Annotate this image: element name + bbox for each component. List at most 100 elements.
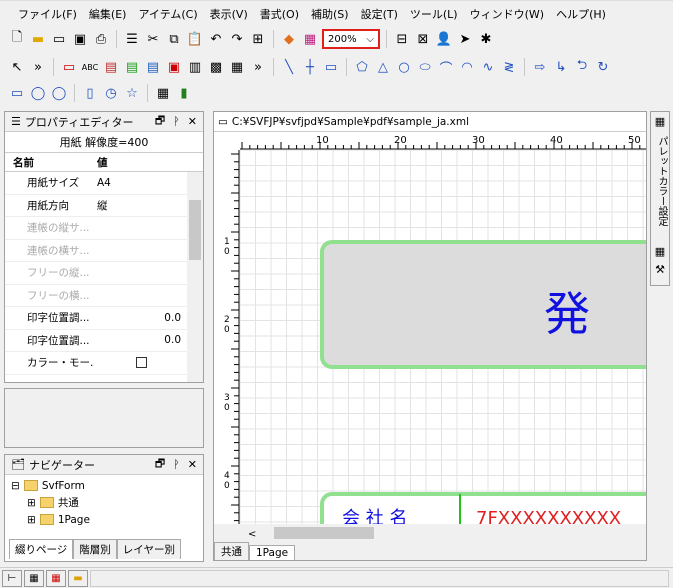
property-value[interactable]: 縦: [93, 198, 187, 213]
arc-icon[interactable]: ⌒: [437, 58, 455, 77]
ellipse-icon[interactable]: ⬭: [416, 58, 434, 76]
open-folder-icon[interactable]: ▬: [29, 30, 47, 48]
chart-icon[interactable]: ▦: [228, 58, 246, 76]
tab-1page[interactable]: 1Page: [249, 545, 296, 560]
color-icon[interactable]: ◆: [280, 30, 298, 48]
image-icon[interactable]: ▣: [165, 58, 183, 76]
clock-icon[interactable]: ◷: [102, 84, 120, 102]
barcode-icon[interactable]: ▥: [186, 58, 204, 76]
property-row[interactable]: フリーの縦...: [5, 262, 187, 285]
tree-root[interactable]: ⊟ SvfForm: [11, 477, 197, 494]
overflow-icon[interactable]: »: [29, 58, 47, 76]
redo-icon[interactable]: ↷: [228, 30, 246, 48]
arrow-right-icon[interactable]: ➤: [456, 30, 474, 48]
rectangle-icon[interactable]: ▭: [322, 58, 340, 76]
bug-icon[interactable]: ✱: [477, 30, 495, 48]
menu-item-0[interactable]: ファイル(F): [12, 6, 83, 22]
arrow-icon[interactable]: ⇨: [531, 58, 549, 76]
property-value[interactable]: 0.0: [93, 334, 187, 346]
cut-icon[interactable]: ✂: [144, 30, 162, 48]
h-scrollbar-thumb[interactable]: [274, 527, 374, 539]
tree-item-1page[interactable]: ⊞ 1Page: [11, 511, 197, 528]
property-row[interactable]: 連帳の縦サ...: [5, 217, 187, 240]
callout-icon[interactable]: ⮌: [573, 58, 591, 76]
palette-icon[interactable]: ▦: [651, 112, 669, 130]
menu-item-5[interactable]: 補助(S): [305, 6, 355, 22]
close-icon[interactable]: ✕: [188, 458, 197, 471]
scroll-left-icon[interactable]: <: [248, 529, 256, 540]
grid-color-icon[interactable]: ▦: [301, 30, 319, 48]
curve-icon[interactable]: ∿: [479, 58, 497, 76]
save-icon[interactable]: ▭: [50, 30, 68, 48]
scrollbar-thumb[interactable]: [189, 200, 201, 260]
pointer-icon[interactable]: ↖: [8, 58, 26, 76]
properties-icon[interactable]: ☰: [123, 30, 141, 48]
dock-icon[interactable]: ᚹ: [173, 115, 180, 128]
status-line-icon[interactable]: ⊢: [2, 569, 22, 587]
property-row[interactable]: 印字位置調... 0.0: [5, 307, 187, 330]
property-value[interactable]: 0.0: [93, 312, 187, 324]
save-as-icon[interactable]: ▣: [71, 30, 89, 48]
bar-chart-icon[interactable]: ▮: [175, 84, 193, 102]
transform-icon[interactable]: ⚒: [651, 260, 669, 278]
tab-pages[interactable]: 綴りページ: [9, 539, 74, 559]
triangle-icon[interactable]: △: [374, 58, 392, 76]
dock-icon[interactable]: ᚹ: [173, 458, 180, 471]
print-icon[interactable]: ⎙: [92, 30, 110, 48]
pin-icon[interactable]: 🗗: [155, 112, 165, 131]
property-row[interactable]: フリーの横...: [5, 285, 187, 307]
tree-item-common[interactable]: ⊞ 共通: [11, 494, 197, 511]
property-row[interactable]: 連帳の横サ...: [5, 240, 187, 262]
user-icon[interactable]: 👤: [435, 30, 453, 48]
circle-icon[interactable]: ○: [395, 58, 413, 76]
balloon-icon[interactable]: ◯: [29, 84, 47, 102]
qrcode-icon[interactable]: ▩: [207, 58, 225, 76]
new-file-icon[interactable]: 🗋: [8, 30, 26, 48]
color-mode-checkbox[interactable]: [136, 357, 147, 369]
status-folder-icon[interactable]: ▬: [68, 569, 88, 587]
list-icon[interactable]: ▤: [144, 58, 162, 76]
tab-common[interactable]: 共通: [214, 542, 249, 560]
menu-item-9[interactable]: ヘルプ(H): [550, 6, 612, 22]
menu-item-8[interactable]: ウィンドウ(W): [464, 6, 550, 22]
layout-icon[interactable]: ⊞: [249, 30, 267, 48]
undo-icon[interactable]: ↶: [207, 30, 225, 48]
property-row[interactable]: 用紙サイズ A4: [5, 172, 187, 195]
status-color-icon[interactable]: ▦: [46, 569, 66, 587]
subform-icon[interactable]: ▤: [102, 58, 120, 76]
tab-hierarchy[interactable]: 階層別: [73, 539, 117, 559]
property-row[interactable]: カラー・モー...: [5, 352, 187, 375]
line-icon[interactable]: ╲: [280, 58, 298, 76]
paste-icon[interactable]: 📋: [186, 30, 204, 48]
polygon-icon[interactable]: ⬠: [353, 58, 371, 76]
property-scrollbar[interactable]: [187, 172, 203, 382]
page-icon[interactable]: ▯: [81, 84, 99, 102]
menu-item-2[interactable]: アイテム(C): [132, 6, 203, 22]
grid-icon[interactable]: ▦: [651, 242, 669, 260]
zoom-select[interactable]: 200% ⌵: [322, 29, 380, 49]
canvas[interactable]: 10 20 30 40 5010203040発会 社 名 7FXXXXXXXXXX<: [214, 132, 646, 542]
arc2-icon[interactable]: ◠: [458, 58, 476, 76]
property-row[interactable]: 用紙方向 縦: [5, 195, 187, 217]
elbow-arrow-icon[interactable]: ↳: [552, 58, 570, 76]
align-icon[interactable]: ⊟: [393, 30, 411, 48]
text-icon[interactable]: ABC: [81, 58, 99, 76]
menu-item-3[interactable]: 表示(V): [204, 6, 254, 22]
field-icon[interactable]: ▭: [60, 58, 78, 76]
menu-item-4[interactable]: 書式(O): [254, 6, 305, 22]
overflow-icon-2[interactable]: »: [249, 58, 267, 76]
rotate-icon[interactable]: ↻: [594, 58, 612, 76]
copy-icon[interactable]: ⧉: [165, 30, 183, 48]
menu-item-7[interactable]: ツール(L): [404, 6, 464, 22]
property-value[interactable]: A4: [93, 177, 187, 189]
title-box[interactable]: [320, 240, 646, 369]
balloon2-icon[interactable]: ◯: [50, 84, 68, 102]
status-grid-icon[interactable]: ▦: [24, 569, 44, 587]
freehand-icon[interactable]: ≷: [500, 58, 518, 76]
table-icon[interactable]: ▦: [154, 84, 172, 102]
record-icon[interactable]: ▤: [123, 58, 141, 76]
pin-icon[interactable]: 🗗: [155, 455, 165, 474]
menu-item-1[interactable]: 編集(E): [83, 6, 133, 22]
group-icon[interactable]: ⊠: [414, 30, 432, 48]
cross-line-icon[interactable]: ┼: [301, 58, 319, 76]
